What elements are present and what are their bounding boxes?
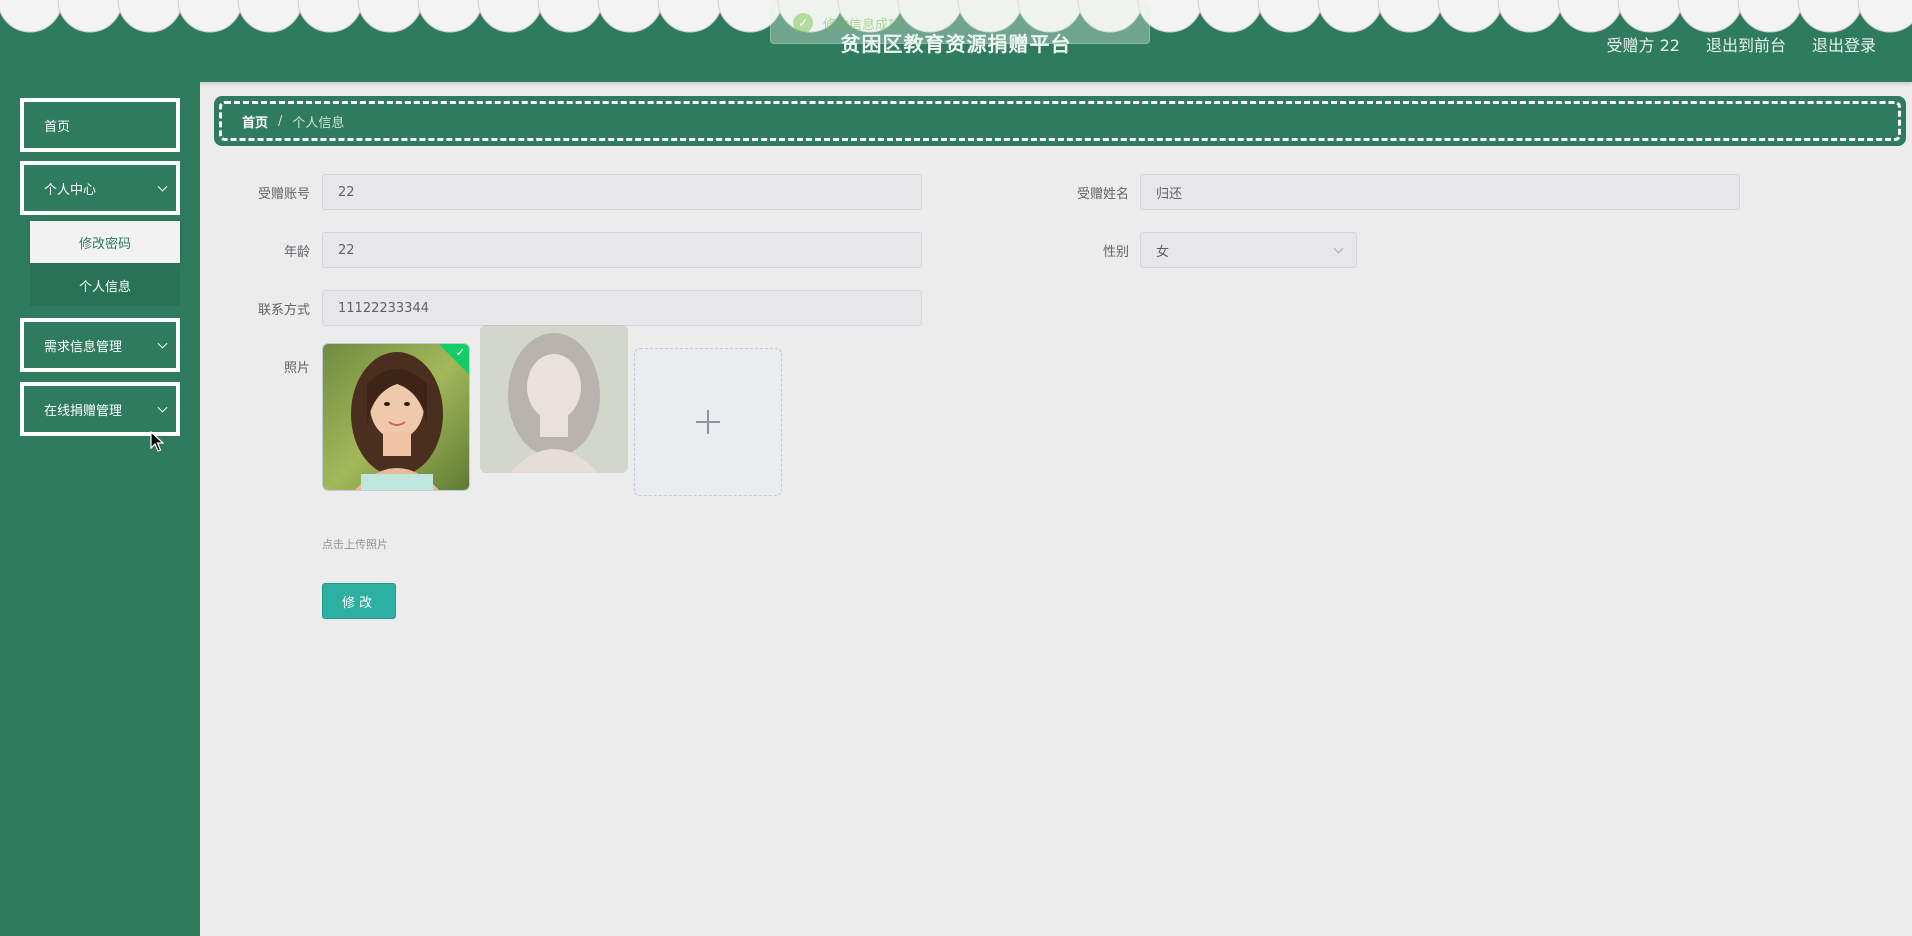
account-label: 受赠账号 <box>257 187 310 202</box>
age-label: 年龄 <box>283 245 310 260</box>
sidebar-item-label: 首页 <box>44 119 71 135</box>
gender-label: 性别 <box>1102 245 1129 260</box>
photo-label: 照片 <box>283 361 310 376</box>
mouse-cursor-icon <box>150 431 164 452</box>
name-input[interactable]: 归还 <box>1140 174 1740 210</box>
sidebar-item-label: 在线捐赠管理 <box>44 403 123 419</box>
current-user-label: 受赠方 22 <box>1606 36 1680 55</box>
age-value: 22 <box>338 242 355 258</box>
chevron-down-icon <box>157 338 168 349</box>
success-toast: ✓ 修改信息成功 <box>770 2 1150 44</box>
phone-input[interactable]: 11122233344 <box>322 290 922 326</box>
account-input[interactable]: 22 <box>322 174 922 210</box>
submenu-item-label: 修改密码 <box>78 236 131 252</box>
chevron-down-icon <box>1333 243 1344 254</box>
photo-image <box>480 325 628 473</box>
chevron-down-icon <box>157 402 168 413</box>
name-value: 归还 <box>1156 186 1183 202</box>
check-icon: ✓ <box>455 346 465 359</box>
name-label: 受赠姓名 <box>1076 187 1129 202</box>
sidebar-item-label: 需求信息管理 <box>44 339 123 355</box>
breadcrumb-home[interactable]: 首页 <box>242 112 268 131</box>
breadcrumb: 首页 / 个人信息 <box>219 101 1901 141</box>
sidebar-item-label: 个人中心 <box>44 182 97 198</box>
sidebar: 首页 个人中心 修改密码 个人信息 需求信息管理 在线捐赠管理 <box>0 82 200 936</box>
header-actions: 受赠方 22 退出到前台 退出登录 <box>1607 32 1876 56</box>
submenu-item-label: 个人信息 <box>78 279 131 295</box>
breadcrumb-current: 个人信息 <box>292 115 345 131</box>
sidebar-item-personal-center[interactable]: 个人中心 <box>20 161 180 215</box>
chevron-down-icon <box>157 181 168 192</box>
submenu-item-personal-info[interactable]: 个人信息 <box>30 264 180 306</box>
breadcrumb-bar: 首页 / 个人信息 <box>214 96 1906 146</box>
check-circle-icon: ✓ <box>793 13 813 33</box>
phone-value: 11122233344 <box>338 300 429 316</box>
submenu-item-change-password[interactable]: 修改密码 <box>30 221 180 263</box>
sidebar-item-home[interactable]: 首页 <box>20 98 180 152</box>
gender-select[interactable]: 女 <box>1140 232 1357 268</box>
sidebar-item-donation-management[interactable]: 在线捐赠管理 <box>20 382 180 436</box>
back-to-front-link[interactable]: 退出到前台 <box>1706 32 1786 56</box>
logout-link[interactable]: 退出登录 <box>1812 32 1876 56</box>
plus-icon <box>696 410 720 434</box>
uploaded-photo[interactable]: ✓ <box>322 343 470 491</box>
upload-hint: 点击上传照片 <box>322 538 388 551</box>
sidebar-item-demand-management[interactable]: 需求信息管理 <box>20 318 180 372</box>
age-input[interactable]: 22 <box>322 232 922 268</box>
dragging-photo-preview <box>480 325 628 473</box>
account-value: 22 <box>338 184 355 200</box>
gender-value: 女 <box>1156 244 1170 260</box>
phone-label: 联系方式 <box>257 303 310 318</box>
breadcrumb-separator: / <box>278 113 283 129</box>
photo-upload-button[interactable] <box>634 348 782 496</box>
photo-image <box>323 344 469 490</box>
submit-button[interactable]: 修改 <box>322 583 396 619</box>
submit-button-label: 修改 <box>341 595 376 611</box>
toast-message: 修改信息成功 <box>823 17 902 33</box>
